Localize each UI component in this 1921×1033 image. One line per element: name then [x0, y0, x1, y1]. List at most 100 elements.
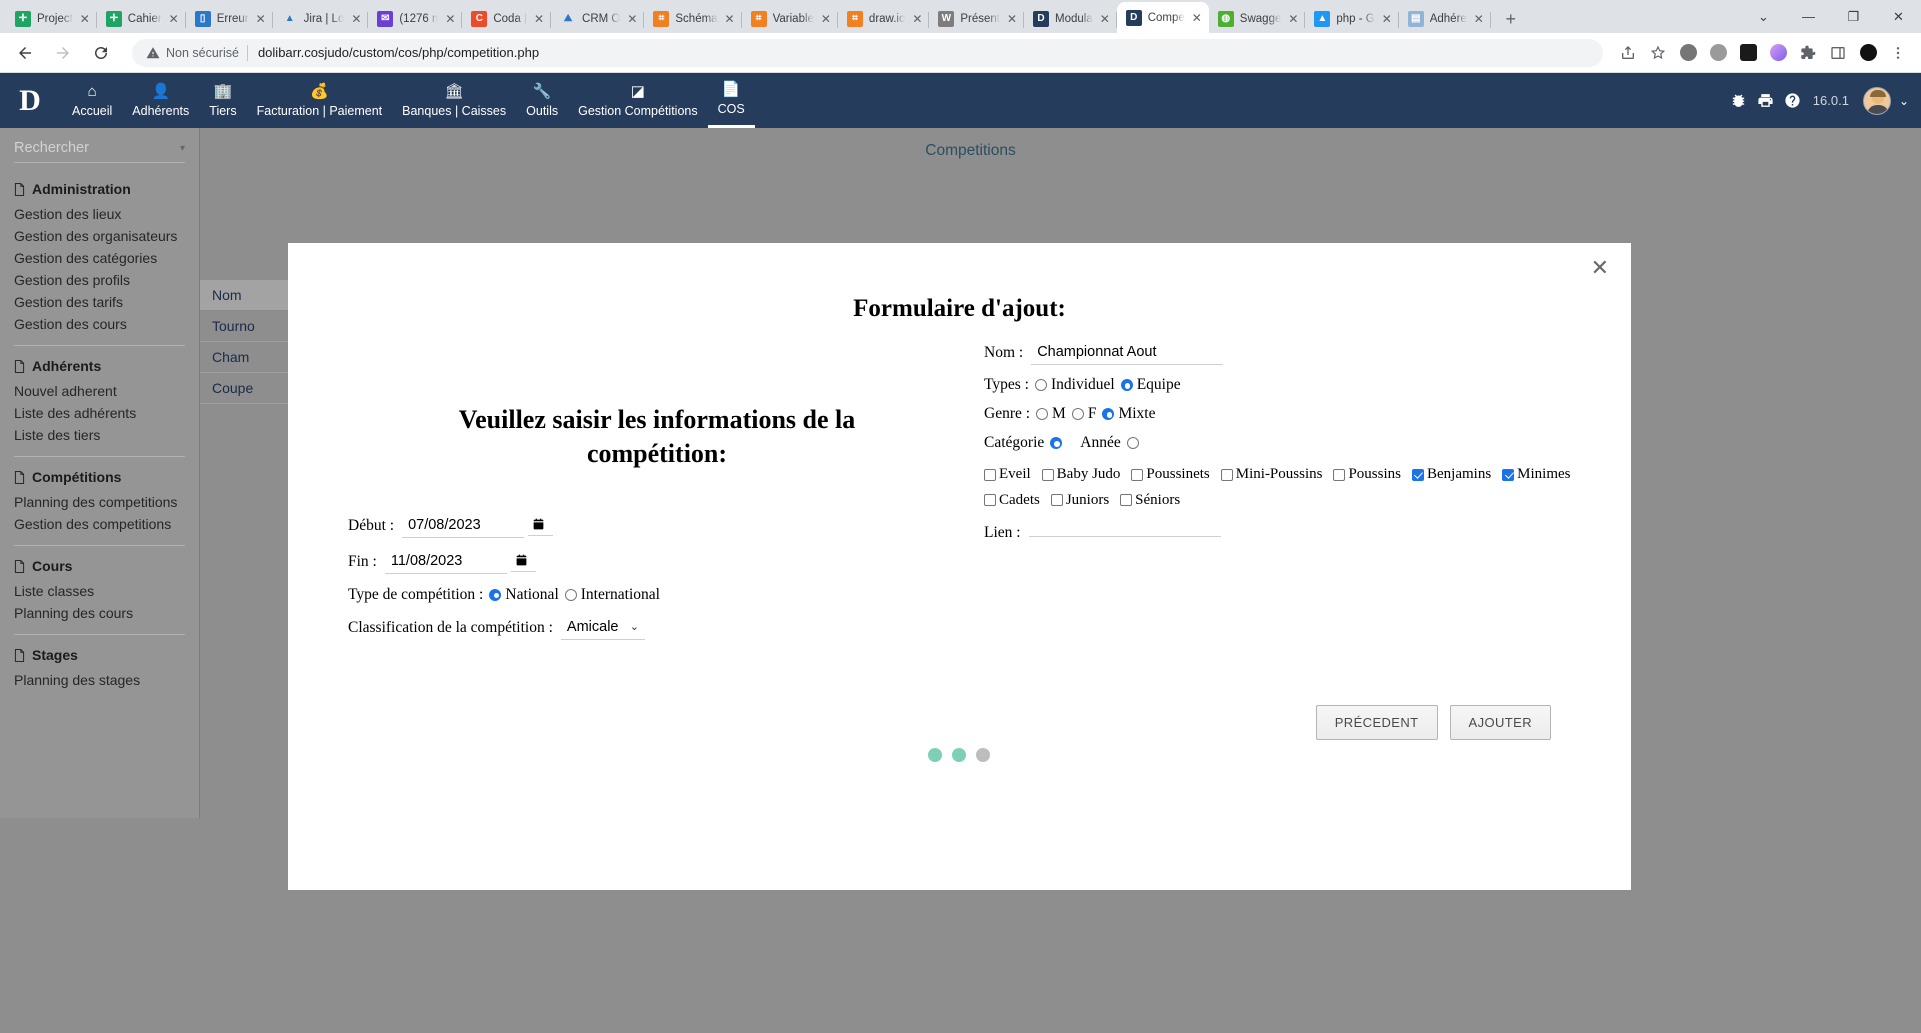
- topmenu-item-gestion-comp-titions[interactable]: ◪ Gestion Compétitions: [568, 73, 708, 128]
- sidebar-item-gestion-des-organisateurs[interactable]: Gestion des organisateurs: [14, 225, 185, 247]
- browser-tab[interactable]: ◍ Swagge ✕: [1209, 4, 1306, 33]
- tab-close-icon[interactable]: ✕: [253, 11, 269, 27]
- color-extension-icon[interactable]: [1765, 40, 1791, 66]
- sidebar-item-planning-des-cours[interactable]: Planning des cours: [14, 602, 185, 624]
- sidebar-item-nouvel-adherent[interactable]: Nouvel adherent: [14, 380, 185, 402]
- browser-tab[interactable]: D Compe ✕: [1116, 2, 1209, 33]
- help-icon[interactable]: [1784, 92, 1801, 109]
- topmenu-item-banques-caisses[interactable]: 🏛 Banques | Caisses: [392, 73, 516, 128]
- sidebar-item-liste-classes[interactable]: Liste classes: [14, 580, 185, 602]
- browser-tab[interactable]: ⌗ Schéma ✕: [644, 4, 742, 33]
- forward-icon[interactable]: [48, 38, 78, 68]
- topmenu-item-accueil[interactable]: ⌂ Accueil: [62, 73, 122, 128]
- browser-tab[interactable]: ⛰ CRM O ✕: [551, 4, 645, 33]
- checkbox-option[interactable]: Baby Judo: [1041, 463, 1120, 486]
- adblock-extension-icon[interactable]: [1705, 40, 1731, 66]
- lien-input[interactable]: [1028, 529, 1221, 538]
- printer-icon[interactable]: [1757, 92, 1774, 109]
- checkbox[interactable]: [984, 494, 996, 507]
- security-not-secure-chip[interactable]: Non sécurisé: [146, 46, 239, 60]
- puzzle-extensions-icon[interactable]: [1795, 40, 1821, 66]
- tab-close-icon[interactable]: ✕: [442, 11, 458, 27]
- radio-option[interactable]: Mixte: [1096, 405, 1156, 423]
- topmenu-item-tiers[interactable]: 🏢 Tiers: [199, 73, 246, 128]
- back-icon[interactable]: [10, 38, 40, 68]
- checkbox[interactable]: [984, 468, 996, 481]
- tab-close-icon[interactable]: ✕: [1004, 11, 1020, 27]
- dolibarr-logo-icon[interactable]: D: [8, 81, 52, 121]
- close-window-button[interactable]: ✕: [1876, 0, 1921, 33]
- browser-tab[interactable]: ▯ Erreur ✕: [186, 4, 273, 33]
- checkbox-option[interactable]: Minimes: [1502, 463, 1571, 486]
- radio-option[interactable]: National: [483, 586, 559, 604]
- tab-close-icon[interactable]: ✕: [722, 11, 738, 27]
- topmenu-item-cos[interactable]: 📄 COS: [707, 73, 755, 128]
- sidebar-item-gestion-des-tarifs[interactable]: Gestion des tarifs: [14, 291, 185, 313]
- sidebar-item-gestion-des-lieux[interactable]: Gestion des lieux: [14, 203, 185, 225]
- tab-close-icon[interactable]: ✕: [1285, 11, 1301, 27]
- close-icon[interactable]: ✕: [1591, 257, 1609, 279]
- tab-close-icon[interactable]: ✕: [166, 11, 182, 27]
- dark-extension-icon[interactable]: [1855, 40, 1881, 66]
- bookmark-star-icon[interactable]: [1645, 40, 1671, 66]
- tab-close-icon[interactable]: ✕: [531, 11, 547, 27]
- browser-tab[interactable]: C Coda | ✕: [462, 4, 552, 33]
- sidebar-item-planning-des-competitions[interactable]: Planning des competitions: [14, 491, 185, 513]
- minimize-button[interactable]: —: [1786, 0, 1831, 33]
- checkbox-option[interactable]: Poussinets: [1131, 463, 1210, 486]
- browser-tab[interactable]: ✉ (1276 n ✕: [368, 4, 463, 33]
- checkbox[interactable]: [1333, 468, 1346, 481]
- checkbox[interactable]: [1502, 468, 1515, 481]
- share-icon[interactable]: [1615, 40, 1641, 66]
- radio-button[interactable]: [1071, 408, 1084, 420]
- checkbox[interactable]: [1131, 468, 1144, 481]
- radio-button[interactable]: [1102, 408, 1115, 420]
- radio-button[interactable]: [1036, 408, 1049, 420]
- bug-icon[interactable]: [1730, 92, 1747, 109]
- radio-button[interactable]: [1120, 379, 1133, 391]
- new-tab-button[interactable]: +: [1497, 5, 1525, 33]
- add-button[interactable]: AJOUTER: [1449, 705, 1551, 740]
- tab-close-icon[interactable]: ✕: [909, 11, 925, 27]
- tab-close-icon[interactable]: ✕: [348, 11, 364, 27]
- restore-down-button[interactable]: ⌄: [1741, 0, 1786, 33]
- browser-tab[interactable]: W Présent ✕: [929, 4, 1024, 33]
- radio-option[interactable]: M: [1030, 405, 1066, 423]
- checkbox-option[interactable]: Mini-Poussins: [1220, 463, 1322, 486]
- calendar-icon[interactable]: [510, 551, 536, 573]
- radio-option[interactable]: F: [1066, 405, 1096, 423]
- checkbox[interactable]: [1220, 468, 1233, 481]
- radio-option[interactable]: Individuel: [1029, 376, 1115, 394]
- sidebar-item-liste-des-adh-rents[interactable]: Liste des adhérents: [14, 402, 185, 424]
- sidebar-item-gestion-des-profils[interactable]: Gestion des profils: [14, 269, 185, 291]
- topmenu-item-facturation-paiement[interactable]: 💰 Facturation | Paiement: [247, 73, 393, 128]
- checkbox[interactable]: [1412, 468, 1424, 481]
- step-dot[interactable]: [976, 748, 990, 762]
- browser-tab[interactable]: ⌗ draw.io ✕: [838, 4, 930, 33]
- tab-close-icon[interactable]: ✕: [1097, 11, 1113, 27]
- topmenu-item-outils[interactable]: 🔧 Outils: [516, 73, 568, 128]
- side-panel-icon[interactable]: [1825, 40, 1851, 66]
- annee-radio[interactable]: [1126, 437, 1139, 449]
- user-menu-caret-icon[interactable]: ⌄: [1899, 94, 1909, 108]
- radio-option[interactable]: International: [559, 586, 660, 604]
- sidebar-item-gestion-des-cours[interactable]: Gestion des cours: [14, 313, 185, 335]
- step-dot[interactable]: [952, 748, 966, 762]
- reload-icon[interactable]: [86, 38, 116, 68]
- topmenu-item-adh-rents[interactable]: 👤 Adhérents: [122, 73, 199, 128]
- checkbox-option[interactable]: Poussins: [1333, 463, 1401, 486]
- calendar-icon[interactable]: [528, 515, 554, 537]
- sidebar-item-planning-des-stages[interactable]: Planning des stages: [14, 669, 185, 691]
- browser-tab[interactable]: ✛ Cahier ✕: [97, 4, 186, 33]
- browser-tab[interactable]: ⌗ Variable ✕: [742, 4, 838, 33]
- tab-close-icon[interactable]: ✕: [77, 11, 93, 27]
- sidebar-item-gestion-des-cat-gories[interactable]: Gestion des catégories: [14, 247, 185, 269]
- tab-close-icon[interactable]: ✕: [1471, 11, 1487, 27]
- fin-date-input[interactable]: 11/08/2023: [384, 549, 507, 574]
- checkbox[interactable]: [1050, 494, 1063, 507]
- checkbox-option[interactable]: Juniors: [1050, 489, 1109, 512]
- checkbox-option[interactable]: Benjamins: [1412, 463, 1491, 486]
- checkbox[interactable]: [1041, 468, 1054, 481]
- pinterest-extension-icon[interactable]: [1675, 40, 1701, 66]
- checkbox-option[interactable]: Séniors: [1120, 489, 1180, 512]
